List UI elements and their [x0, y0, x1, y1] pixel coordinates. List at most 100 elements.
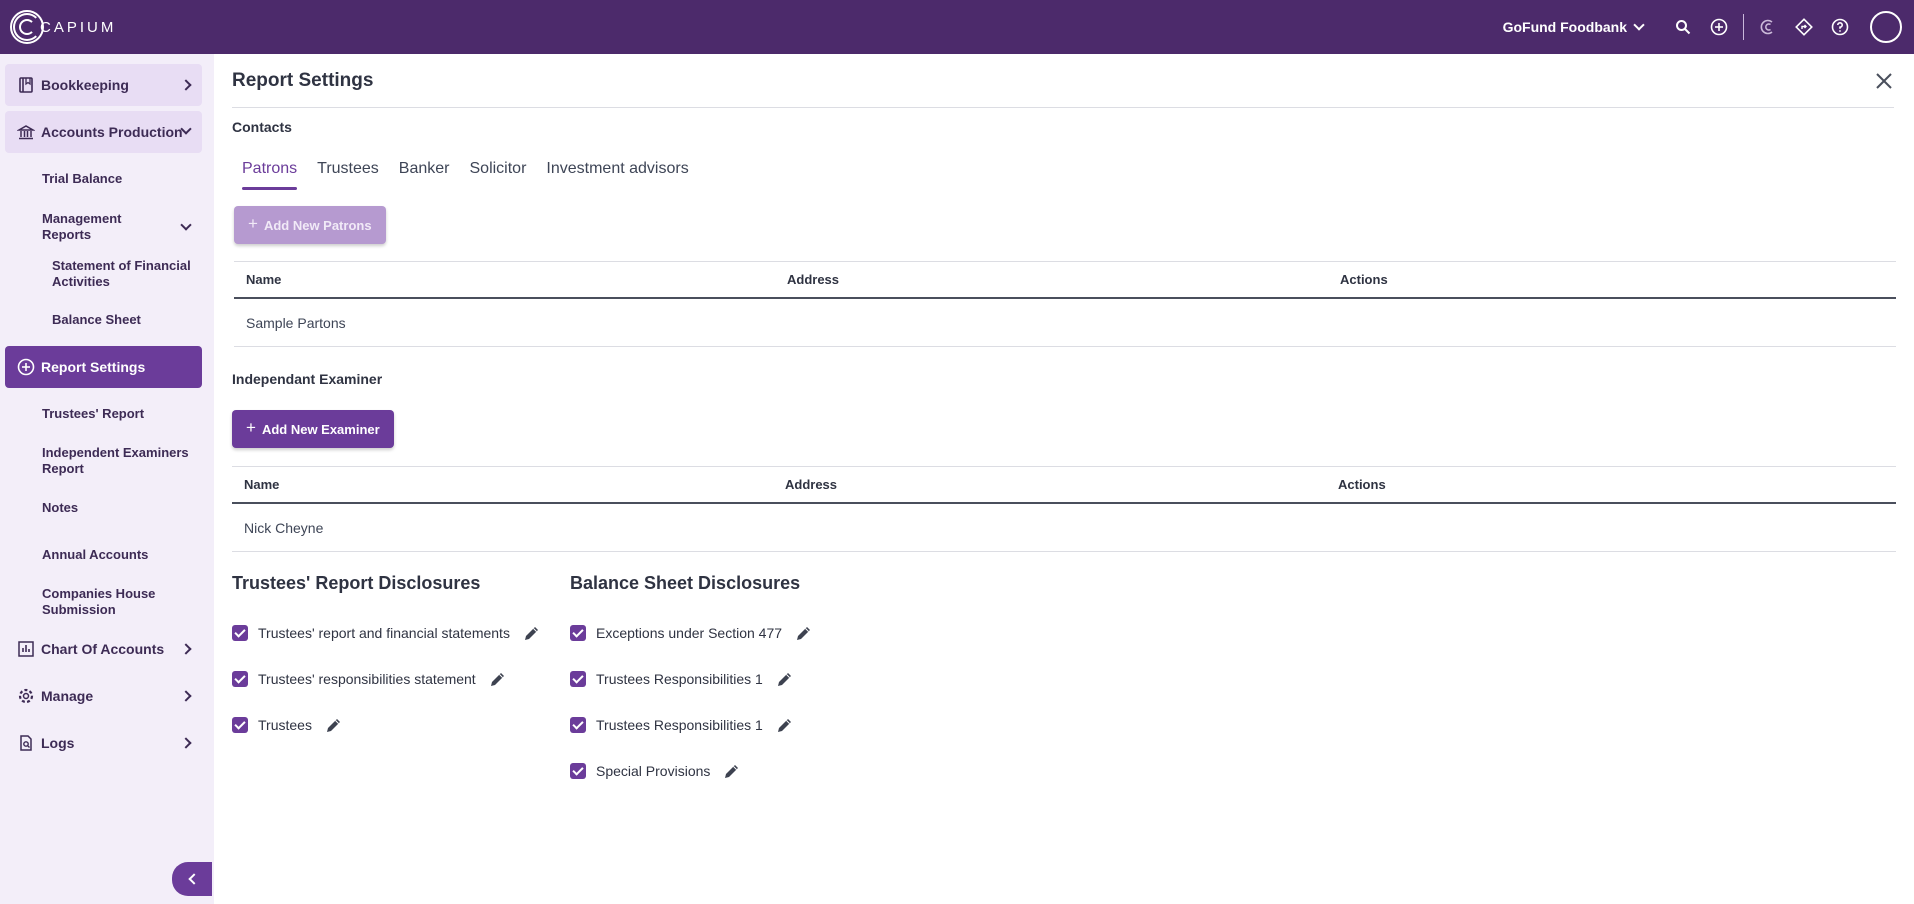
add-circle-icon[interactable] — [1709, 17, 1729, 37]
disclosure-label: Trustees Responsibilities 1 — [596, 717, 763, 733]
disclosure-checkbox[interactable] — [232, 671, 248, 687]
sidebar-item-chart-of-accounts[interactable]: Chart Of Accounts — [5, 629, 202, 669]
sidebar-item-notes[interactable]: Notes — [42, 500, 192, 516]
sidebar-item-label: Bookkeeping — [41, 77, 129, 93]
pencil-icon[interactable] — [324, 715, 344, 735]
pencil-icon[interactable] — [722, 761, 742, 781]
sidebar-item-label: Manage — [41, 688, 94, 704]
sidebar-item-label: Accounts Production — [41, 124, 183, 140]
column-header-name: Name — [246, 272, 282, 287]
tab-investment-advisors[interactable]: Investment advisors — [546, 160, 688, 190]
disclosure-checkbox[interactable] — [570, 717, 586, 733]
balance-disclosures-title: Balance Sheet Disclosures — [570, 573, 801, 593]
pencil-icon[interactable] — [794, 623, 814, 643]
collapse-sidebar-button[interactable] — [172, 862, 212, 896]
close-icon[interactable] — [1874, 71, 1894, 91]
sidebar-item-label: Logs — [41, 735, 75, 751]
plus-icon: + — [248, 214, 258, 233]
book-icon — [19, 77, 33, 93]
table-header: Name Address Actions — [234, 261, 1896, 299]
add-new-patrons-label: Add New Patrons — [263, 217, 372, 233]
tab-solicitor[interactable]: Solicitor — [470, 160, 527, 190]
column-header-actions: Actions — [1338, 477, 1386, 492]
sidebar-item-logs[interactable]: Logs — [5, 723, 202, 763]
sidebar-item-trial-balance[interactable]: Trial Balance — [42, 171, 192, 187]
disclosure-checkbox[interactable] — [570, 671, 586, 687]
gear-icon — [18, 688, 34, 704]
sidebar-item-accounts-production[interactable]: Accounts Production — [5, 111, 202, 153]
route-icon[interactable] — [1794, 17, 1814, 37]
add-new-examiner-label: Add New Examiner — [261, 421, 380, 437]
bank-icon — [17, 125, 35, 140]
examiner-name-cell: Nick Cheyne — [244, 519, 324, 536]
balance-disclosure-item: Trustees Responsibilities 1 — [570, 715, 795, 735]
sidebar-item-label: Report Settings — [41, 359, 146, 375]
sidebar-item-companies-house-submission[interactable]: Companies House Submission — [42, 586, 172, 618]
help-icon[interactable] — [1830, 17, 1850, 37]
chevron-right-icon — [180, 79, 192, 91]
sidebar-item-management-reports[interactable]: Management Reports — [42, 211, 162, 243]
disclosure-label: Trustees Responsibilities 1 — [596, 671, 763, 687]
disclosure-label: Trustees' responsibilities statement — [258, 671, 476, 687]
disclosure-checkbox[interactable] — [570, 625, 586, 641]
tab-banker[interactable]: Banker — [399, 160, 450, 190]
column-header-address: Address — [785, 477, 838, 492]
disclosure-label: Trustees' report and financial statement… — [258, 625, 510, 641]
chevron-down-icon — [1633, 19, 1645, 31]
bar-chart-icon — [18, 641, 34, 657]
disclosure-checkbox[interactable] — [232, 625, 248, 641]
patrons-table: Name Address Actions Sample Partons — [234, 261, 1896, 347]
disclosure-label: Exceptions under Section 477 — [596, 625, 783, 641]
chevron-right-icon — [180, 737, 192, 749]
sidebar-item-label: Chart Of Accounts — [41, 641, 165, 657]
disclosure-checkbox[interactable] — [570, 763, 586, 779]
plus-icon: + — [246, 418, 256, 437]
trustees-disclosure-item: Trustees' report and financial statement… — [232, 623, 542, 643]
organisation-name: GoFund Foodbank — [1502, 19, 1627, 35]
balance-disclosure-item: Trustees Responsibilities 1 — [570, 669, 795, 689]
sidebar-item-statement-financial-activities[interactable]: Statement of Financial Activities — [52, 258, 202, 290]
chevron-right-icon — [180, 643, 192, 655]
chevron-right-icon — [180, 690, 192, 702]
capium-app-icon[interactable] — [1758, 17, 1778, 37]
tab-patrons[interactable]: Patrons — [242, 160, 298, 190]
sidebar-item-report-settings[interactable]: Report Settings — [5, 346, 202, 388]
sidebar-item-annual-accounts[interactable]: Annual Accounts — [42, 547, 192, 563]
disclosure-label: Special Provisions — [596, 763, 711, 779]
pencil-icon[interactable] — [522, 623, 542, 643]
sidebar-item-independent-examiners-report[interactable]: Independent Examiners Report — [42, 445, 202, 477]
examiner-table: Name Address Actions Nick Cheyne — [232, 466, 1896, 552]
organisation-selector[interactable]: GoFund Foodbank — [1502, 19, 1645, 35]
sidebar-item-trustees-report[interactable]: Trustees' Report — [42, 406, 192, 422]
divider — [232, 107, 1894, 108]
page-title: Report Settings — [232, 70, 374, 91]
disclosure-checkbox[interactable] — [232, 717, 248, 733]
independent-examiner-label: Independant Examiner — [232, 371, 383, 387]
balance-disclosure-item: Exceptions under Section 477 — [570, 623, 814, 643]
top-bar: CAPIUM GoFund Foodbank — [0, 0, 1914, 54]
sidebar: Bookkeeping Accounts Production Trial Ba… — [0, 54, 214, 904]
sidebar-item-balance-sheet[interactable]: Balance Sheet — [52, 312, 202, 328]
trustees-disclosure-item: Trustees — [232, 715, 344, 735]
divider — [1743, 14, 1744, 40]
table-row[interactable]: Nick Cheyne — [232, 504, 1896, 552]
balance-disclosure-item: Special Provisions — [570, 761, 742, 781]
add-new-examiner-button[interactable]: + Add New Examiner — [232, 410, 394, 448]
capium-logo[interactable]: CAPIUM — [10, 10, 116, 44]
disclosure-label: Trustees — [258, 717, 312, 733]
sidebar-item-manage[interactable]: Manage — [5, 676, 202, 716]
add-new-patrons-button[interactable]: + Add New Patrons — [234, 206, 386, 244]
search-icon[interactable] — [1673, 17, 1693, 37]
pencil-icon[interactable] — [488, 669, 508, 689]
tab-trustees[interactable]: Trustees — [317, 160, 379, 190]
main-content: Report Settings Contacts Patrons Trustee… — [214, 54, 1914, 904]
add-circle-icon — [17, 358, 35, 376]
chevron-down-icon[interactable] — [180, 219, 192, 231]
sidebar-item-bookkeeping[interactable]: Bookkeeping — [5, 64, 202, 106]
pencil-icon[interactable] — [775, 669, 795, 689]
user-avatar[interactable] — [1870, 11, 1902, 43]
table-header: Name Address Actions — [232, 466, 1896, 504]
table-row[interactable]: Sample Partons — [234, 299, 1896, 347]
pencil-icon[interactable] — [775, 715, 795, 735]
capium-logo-icon — [10, 10, 44, 44]
